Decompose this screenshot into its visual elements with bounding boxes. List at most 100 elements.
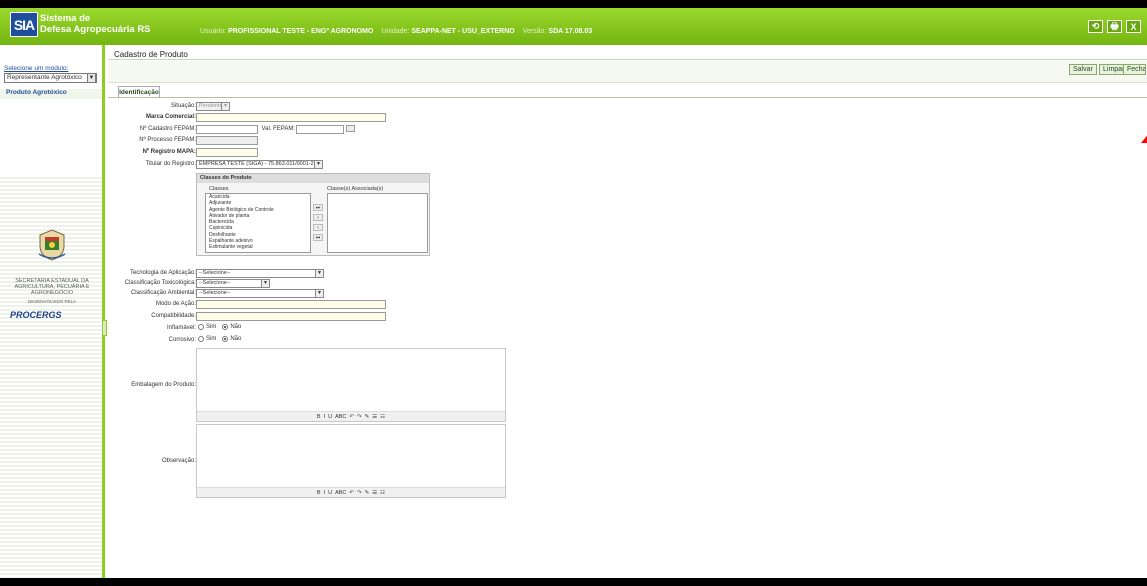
calendar-icon[interactable] xyxy=(346,125,355,132)
undo-icon[interactable]: ↶ xyxy=(349,490,354,496)
header-actions: ⟲ 🖶 X xyxy=(1088,20,1141,33)
corrosivo-label: Corrosivo: xyxy=(168,337,196,343)
move-all-right-button[interactable]: ⏭ xyxy=(313,204,323,211)
inflamavel-label: Inflamável: xyxy=(166,325,196,331)
corrosivo-sim-radio[interactable] xyxy=(198,336,204,342)
numbered-list-icon[interactable]: ☷ xyxy=(380,414,385,420)
ambiental-value: --Selecione-- xyxy=(199,290,231,296)
corrosivo-radio-group: Sim Não xyxy=(198,336,241,342)
chevron-down-icon: ▼ xyxy=(315,290,323,297)
redo-icon[interactable]: ↷ xyxy=(357,490,362,496)
underline-icon[interactable]: U xyxy=(328,490,332,496)
main-content: Cadastro de Produto Salvar Limpar Fechar… xyxy=(108,45,1147,578)
editor-toolbar: B I U ABC ↶ ↷ ✎ ☰ ☷ xyxy=(197,487,505,497)
system-name: Sistema de Defesa Agropecuária RS xyxy=(40,13,151,35)
app-window: SIA Sistema de Defesa Agropecuária RS Us… xyxy=(0,8,1147,578)
classes-panel: Classes do Produto Classes Classe(s) Ass… xyxy=(196,173,430,256)
chevron-down-icon: ▼ xyxy=(314,161,322,168)
bullet-list-icon[interactable]: ☰ xyxy=(372,490,377,496)
situacao-label: Situação: xyxy=(170,103,196,109)
inflamavel-nao-radio[interactable] xyxy=(222,324,229,330)
embalagem-editor[interactable]: B I U ABC ↶ ↷ ✎ ☰ ☷ xyxy=(196,348,506,422)
bold-icon[interactable]: B xyxy=(317,490,321,496)
processo-fepam-label: Nº Processo FEPAM: xyxy=(139,137,196,143)
ambiental-label: Classificação Ambiental: xyxy=(130,290,196,296)
titular-registro-select[interactable]: EMPRESA TESTE (SIGA) - 75.863.011/0001-2… xyxy=(196,160,323,169)
chevron-down-icon: ▼ xyxy=(221,103,229,110)
strikethrough-icon[interactable]: ABC xyxy=(335,414,346,420)
radio-label: Não xyxy=(230,336,242,342)
available-classes-list[interactable]: Acaricida Adjuvante Agente Biológico de … xyxy=(205,193,311,253)
module-select[interactable]: Representante Agrotóxico ▼ xyxy=(4,73,97,83)
embalagem-textarea[interactable] xyxy=(197,349,505,411)
save-button[interactable]: Salvar xyxy=(1069,64,1097,75)
tecnologia-label: Tecnologia de Aplicação: xyxy=(129,270,196,276)
bold-icon[interactable]: B xyxy=(317,414,321,420)
tecnologia-select[interactable]: --Selecione-- ▼ xyxy=(196,269,324,278)
module-select-value: Representante Agrotóxico xyxy=(7,74,82,81)
refresh-icon[interactable]: ⟲ xyxy=(1088,20,1103,33)
compatibilidade-input[interactable] xyxy=(196,312,386,321)
divider xyxy=(108,59,1147,60)
marca-comercial-input[interactable] xyxy=(196,113,386,122)
strikethrough-icon[interactable]: ABC xyxy=(335,490,346,496)
toxicologica-label: Classificação Toxicológica: xyxy=(124,280,196,286)
embalagem-label: Embalagem do Produto: xyxy=(131,382,196,388)
redo-icon[interactable]: ↷ xyxy=(357,414,362,420)
unit-value: SEAPPA-NET - USU_EXTERNO xyxy=(411,28,515,35)
system-name-line2: Defesa Agropecuária RS xyxy=(40,24,151,35)
modo-acao-input[interactable] xyxy=(196,300,386,309)
page-title: Cadastro de Produto xyxy=(114,50,188,59)
chevron-down-icon: ▼ xyxy=(261,280,269,287)
radio-label: Sim xyxy=(206,324,217,330)
sidebar: Selecione um módulo: Representante Agrot… xyxy=(0,45,105,578)
undo-icon[interactable]: ↶ xyxy=(349,414,354,420)
sia-logo: SIA xyxy=(10,12,38,37)
italic-icon[interactable]: I xyxy=(324,414,326,420)
user-value: PROFISSIONAL TESTE - ENGº AGRONOMO xyxy=(228,28,374,35)
numbered-list-icon[interactable]: ☷ xyxy=(380,490,385,496)
close-icon[interactable]: X xyxy=(1126,20,1141,33)
marca-comercial-label: Marca Comercial: xyxy=(145,114,196,120)
red-arrow-annotation-icon xyxy=(1141,135,1147,143)
editor-toolbar: B I U ABC ↶ ↷ ✎ ☰ ☷ xyxy=(197,411,505,421)
brush-icon[interactable]: ✎ xyxy=(365,414,370,420)
registro-mapa-input[interactable] xyxy=(196,148,258,157)
unit-label: Unidade: xyxy=(381,28,410,35)
rs-coat-of-arms-icon xyxy=(38,229,66,261)
val-fepam-input[interactable] xyxy=(296,125,344,134)
toxicologica-select[interactable]: --Selecione-- ▼ xyxy=(196,279,270,288)
associated-classes-list[interactable] xyxy=(327,193,428,253)
move-left-button[interactable]: ‹ xyxy=(313,224,323,231)
observacao-editor[interactable]: B I U ABC ↶ ↷ ✎ ☰ ☷ xyxy=(196,424,506,498)
user-label: Usuário: xyxy=(200,28,227,35)
underline-icon[interactable]: U xyxy=(328,414,332,420)
bullet-list-icon[interactable]: ☰ xyxy=(372,414,377,420)
ambiental-select[interactable]: --Selecione-- ▼ xyxy=(196,289,324,298)
brush-icon[interactable]: ✎ xyxy=(365,490,370,496)
print-icon[interactable]: 🖶 xyxy=(1107,20,1122,33)
tecnologia-value: --Selecione-- xyxy=(199,270,231,276)
compatibilidade-label: Compatibilidade: xyxy=(151,313,196,319)
italic-icon[interactable]: I xyxy=(324,490,326,496)
list-item[interactable]: Estimulante vegetal xyxy=(206,244,310,250)
close-button[interactable]: Fechar xyxy=(1123,64,1146,75)
observacao-textarea[interactable] xyxy=(197,425,505,487)
move-all-left-button[interactable]: ⏮ xyxy=(313,234,323,241)
chevron-down-icon: ▼ xyxy=(315,270,323,277)
inflamavel-sim-radio[interactable] xyxy=(198,324,204,330)
available-classes-label: Classes xyxy=(209,186,229,192)
radio-label: Não xyxy=(230,324,242,330)
associated-classes-label: Classe(s) Associada(s) xyxy=(327,186,384,192)
user-info-bar: Usuário: PROFISSIONAL TESTE - ENGº AGRONO… xyxy=(200,28,598,35)
system-name-line1: Sistema de xyxy=(40,13,91,24)
sidebar-item-produto-agrotoxico[interactable]: Produto Agrotóxico xyxy=(0,89,102,99)
app-header: SIA Sistema de Defesa Agropecuária RS Us… xyxy=(0,8,1147,45)
modo-acao-label: Modo de Ação: xyxy=(155,301,196,307)
processo-fepam-input[interactable] xyxy=(196,136,258,145)
corrosivo-nao-radio[interactable] xyxy=(222,336,229,342)
radio-label: Sim xyxy=(206,336,217,342)
situacao-select: Pendente ▼ xyxy=(196,102,230,111)
move-right-button[interactable]: › xyxy=(313,214,323,221)
chevron-down-icon[interactable]: ▼ xyxy=(87,73,96,83)
